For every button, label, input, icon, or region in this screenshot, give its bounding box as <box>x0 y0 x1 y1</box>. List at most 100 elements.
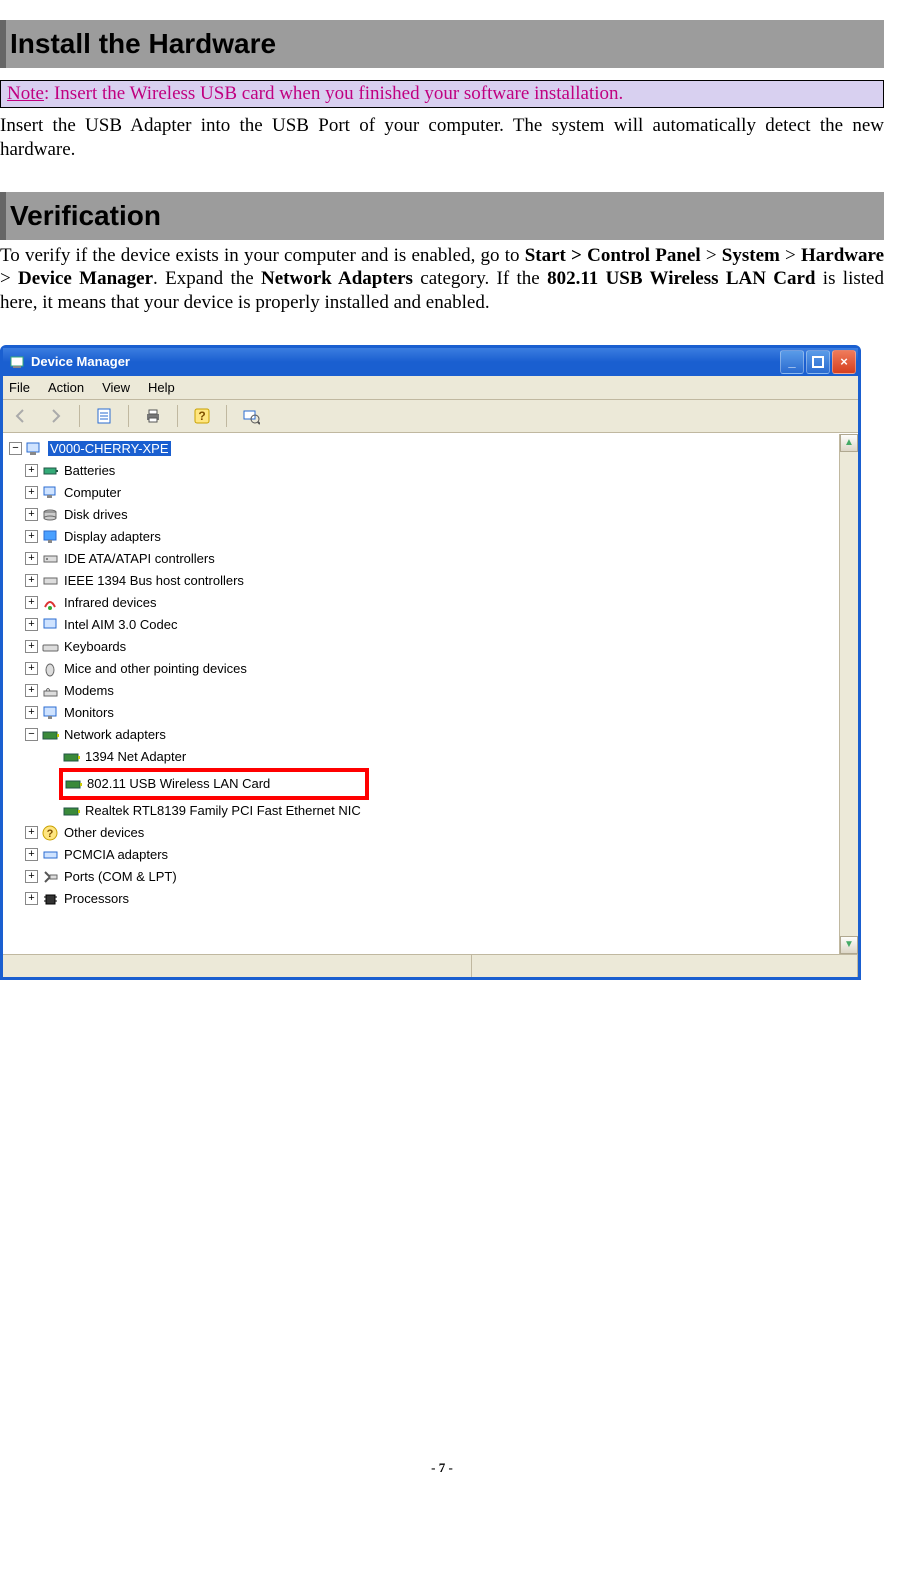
separator <box>226 405 227 427</box>
tree-node-pcmcia[interactable]: + PCMCIA adapters <box>7 844 839 866</box>
expand-icon[interactable]: + <box>25 574 38 587</box>
computer-icon <box>26 441 44 457</box>
collapse-icon[interactable]: − <box>9 442 22 455</box>
menu-view[interactable]: View <box>102 380 130 395</box>
print-icon[interactable] <box>141 404 165 428</box>
computer-icon <box>42 485 60 501</box>
menu-file[interactable]: File <box>9 380 30 395</box>
section-verification: Verification <box>0 192 884 240</box>
separator <box>128 405 129 427</box>
properties-icon[interactable] <box>92 404 116 428</box>
tree-root[interactable]: − V000-CHERRY-XPE <box>7 438 839 460</box>
battery-icon <box>42 463 60 479</box>
expand-icon[interactable]: + <box>25 892 38 905</box>
window-title: Device Manager <box>31 354 778 369</box>
page-number: - 7 - <box>0 1460 884 1476</box>
keyboard-icon <box>42 639 60 655</box>
codec-icon <box>42 617 60 633</box>
tree-node-ports[interactable]: + Ports (COM & LPT) <box>7 866 839 888</box>
unknown-icon: ? <box>42 825 60 841</box>
collapse-icon[interactable]: − <box>25 728 38 741</box>
expand-icon[interactable]: + <box>25 826 38 839</box>
device-tree[interactable]: − V000-CHERRY-XPE + Batteries + Computer <box>3 434 839 954</box>
tree-node-usb-wireless[interactable]: 802.11 USB Wireless LAN Card <box>65 773 365 795</box>
expand-icon[interactable]: + <box>25 640 38 653</box>
node-label: PCMCIA adapters <box>64 847 168 862</box>
scroll-down-icon[interactable]: ▼ <box>840 936 858 954</box>
expand-icon[interactable]: + <box>25 508 38 521</box>
node-label: Infrared devices <box>64 595 157 610</box>
tree-node-processors[interactable]: + Processors <box>7 888 839 910</box>
disk-icon <box>42 507 60 523</box>
statusbar <box>3 954 858 977</box>
tree-node-mice[interactable]: + Mice and other pointing devices <box>7 658 839 680</box>
node-label: Display adapters <box>64 529 161 544</box>
tree-node-keyboards[interactable]: + Keyboards <box>7 636 839 658</box>
expand-icon[interactable]: + <box>25 552 38 565</box>
expand-icon[interactable]: + <box>25 848 38 861</box>
separator <box>79 405 80 427</box>
note-text: : Insert the Wireless USB card when you … <box>44 83 623 104</box>
expand-icon[interactable]: + <box>25 870 38 883</box>
tree-node-intelaim[interactable]: + Intel AIM 3.0 Codec <box>7 614 839 636</box>
node-label: Disk drives <box>64 507 128 522</box>
expand-icon[interactable]: + <box>25 530 38 543</box>
help-icon[interactable]: ? <box>190 404 214 428</box>
node-label: Computer <box>64 485 121 500</box>
tree-node-disk[interactable]: + Disk drives <box>7 504 839 526</box>
tree-node-display[interactable]: + Display adapters <box>7 526 839 548</box>
node-label: Network adapters <box>64 727 166 742</box>
network-adapter-icon <box>65 776 83 792</box>
scroll-up-icon[interactable]: ▲ <box>840 434 858 452</box>
menu-help[interactable]: Help <box>148 380 175 395</box>
node-label: 802.11 USB Wireless LAN Card <box>87 776 270 791</box>
titlebar[interactable]: Device Manager _ × <box>3 348 858 376</box>
note-box: Note: Insert the Wireless USB card when … <box>0 80 884 108</box>
note-label: Note <box>7 83 44 104</box>
back-icon[interactable] <box>9 404 33 428</box>
verification-text: To verify if the device exists in your c… <box>0 244 884 315</box>
tree-node-network-adapters[interactable]: − Network adapters <box>7 724 839 746</box>
tree-node-batteries[interactable]: + Batteries <box>7 460 839 482</box>
svg-text:?: ? <box>198 409 205 423</box>
menu-action[interactable]: Action <box>48 380 84 395</box>
modem-icon <box>42 683 60 699</box>
node-label: Processors <box>64 891 129 906</box>
tree-node-1394-adapter[interactable]: 1394 Net Adapter <box>7 746 839 768</box>
tree-node-ieee1394[interactable]: + IEEE 1394 Bus host controllers <box>7 570 839 592</box>
forward-icon[interactable] <box>43 404 67 428</box>
expand-icon[interactable]: + <box>25 486 38 499</box>
toolbar: ? <box>3 400 858 433</box>
node-label: Mice and other pointing devices <box>64 661 247 676</box>
close-button[interactable]: × <box>832 350 856 374</box>
expand-icon[interactable]: + <box>25 464 38 477</box>
ide-icon <box>42 551 60 567</box>
tree-node-infrared[interactable]: + Infrared devices <box>7 592 839 614</box>
install-hardware-text: Insert the USB Adapter into the USB Port… <box>0 114 884 162</box>
pcmcia-icon <box>42 847 60 863</box>
tree-node-monitors[interactable]: + Monitors <box>7 702 839 724</box>
minimize-button[interactable]: _ <box>780 350 804 374</box>
node-label: IEEE 1394 Bus host controllers <box>64 573 244 588</box>
expand-icon[interactable]: + <box>25 684 38 697</box>
scrollbar[interactable]: ▲ ▼ <box>839 434 858 954</box>
scan-hardware-icon[interactable] <box>239 404 263 428</box>
expand-icon[interactable]: + <box>25 706 38 719</box>
tree-node-realtek[interactable]: Realtek RTL8139 Family PCI Fast Ethernet… <box>7 800 839 822</box>
expand-icon[interactable]: + <box>25 618 38 631</box>
device-manager-window: Device Manager _ × File Action View Help <box>0 345 861 980</box>
tree-node-computer[interactable]: + Computer <box>7 482 839 504</box>
node-label: Modems <box>64 683 114 698</box>
tree-node-modems[interactable]: + Modems <box>7 680 839 702</box>
tree-body: − V000-CHERRY-XPE + Batteries + Computer <box>3 433 858 954</box>
display-icon <box>42 529 60 545</box>
tree-node-other-devices[interactable]: + ? Other devices <box>7 822 839 844</box>
expand-icon[interactable]: + <box>25 596 38 609</box>
maximize-button[interactable] <box>806 350 830 374</box>
expand-icon[interactable]: + <box>25 662 38 675</box>
infrared-icon <box>42 595 60 611</box>
tree-node-ide[interactable]: + IDE ATA/ATAPI controllers <box>7 548 839 570</box>
ports-icon <box>42 869 60 885</box>
node-label: Other devices <box>64 825 144 840</box>
node-label: Batteries <box>64 463 115 478</box>
